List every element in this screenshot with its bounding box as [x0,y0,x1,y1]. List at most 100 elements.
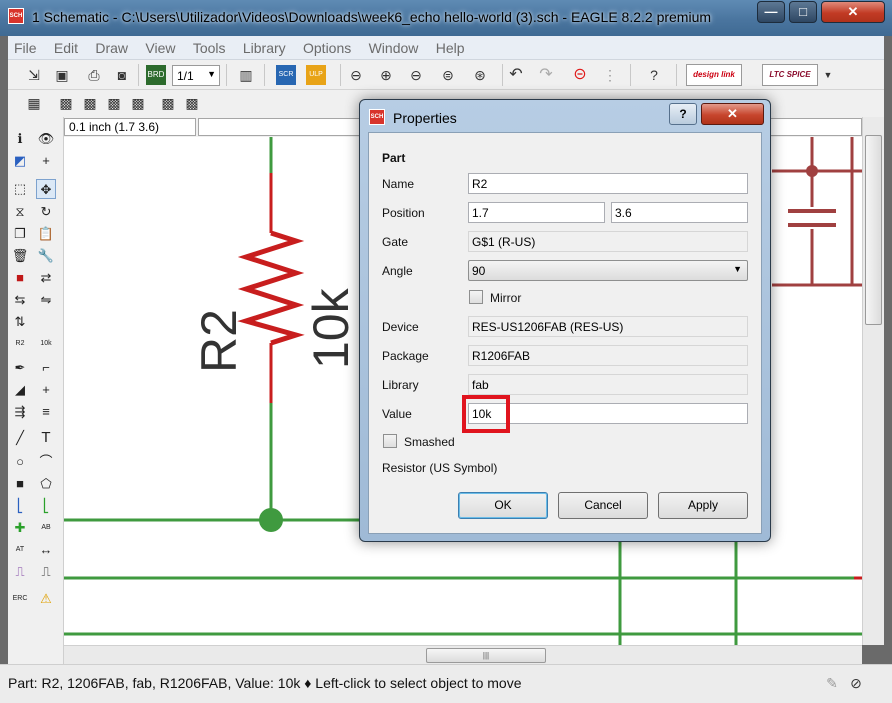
gateswap-icon[interactable]: ⇋ [36,290,56,310]
split-icon[interactable]: ◢ [10,380,30,400]
invoke-icon[interactable]: ⇅ [10,312,30,332]
window-titlebar[interactable]: SCH 1 Schematic - C:\Users\Utilizador\Vi… [0,0,892,36]
rectangle-icon[interactable]: ■ [10,474,30,494]
design-link-button[interactable]: design link [686,64,742,86]
menu-draw[interactable]: Draw [89,36,128,56]
miter-icon[interactable]: ⌐ [36,358,56,378]
paint-icon[interactable]: ≡ [36,402,56,422]
maximize-button[interactable]: □ [789,1,817,23]
pinswap-icon[interactable]: ⇆ [10,290,30,310]
rotate-icon[interactable]: ↻ [36,202,56,222]
position-x-field[interactable]: 1.7 [468,202,605,223]
layout-1-icon[interactable]: ▩ [56,93,76,113]
optimize-icon[interactable]: + [36,380,56,400]
mirror-icon[interactable]: ⧖ [10,202,30,222]
show-icon[interactable]: 👁 [36,129,56,149]
add-icon[interactable]: ■ [10,268,30,288]
group-icon[interactable]: ⬚ [10,179,30,199]
stop-icon[interactable]: ⊝ [570,65,590,85]
layer-icon[interactable]: ◩ [10,151,30,171]
print-icon[interactable]: ⎙ [84,65,104,85]
layout-6-icon[interactable]: ▩ [182,93,202,113]
ulp-icon[interactable]: ULP [306,65,326,85]
apply-button[interactable]: Apply [658,492,748,519]
menu-edit[interactable]: Edit [48,36,78,56]
text-icon[interactable]: T [36,428,56,448]
menu-tools[interactable]: Tools [187,36,226,56]
line-icon[interactable]: ╱ [10,428,30,448]
vertical-scrollbar[interactable] [862,117,884,645]
horizontal-scrollbar[interactable]: ||| [64,645,862,664]
label-icon[interactable]: AB [36,518,56,538]
board-switch-icon[interactable]: BRD [146,65,166,85]
layout-5-icon[interactable]: ▩ [158,93,178,113]
menu-library[interactable]: Library [237,36,286,56]
delete-icon[interactable]: 🗑 [10,246,30,266]
warning-icon[interactable]: ⚠ [36,589,56,609]
zoom-fit-icon[interactable]: ⊖ [346,65,366,85]
ok-button[interactable]: OK [458,492,548,519]
layout-2-icon[interactable]: ▩ [80,93,100,113]
mirror-checkbox[interactable] [469,290,483,304]
open-icon[interactable]: ⇲ [24,65,44,85]
polygon-icon[interactable]: ⬠ [36,474,56,494]
grid-icon[interactable]: ▦ [24,93,44,113]
menu-window[interactable]: Window [363,36,419,56]
menu-options[interactable]: Options [297,36,351,56]
bus-icon[interactable]: ⎣ [10,496,30,516]
cam-icon[interactable]: ◙ [112,65,132,85]
undo-icon[interactable]: ↶ [506,65,526,85]
menu-help[interactable]: Help [430,36,465,56]
dialog-help-button[interactable]: ? [669,103,697,125]
junction-icon[interactable]: ✚ [10,518,30,538]
close-button[interactable]: ✕ [821,1,885,23]
name-icon[interactable]: R2 [10,334,30,354]
stop-icon[interactable]: ⊘ [846,673,866,693]
layout-3-icon[interactable]: ▩ [104,93,124,113]
dialog-close-button[interactable]: ✕ [701,103,764,125]
help-icon[interactable]: ? [644,65,664,85]
smashed-checkbox[interactable] [383,434,397,448]
ltc-spice-button[interactable]: LTC SPICE [762,64,818,86]
copy-icon[interactable]: ❐ [10,224,30,244]
zoom-out-icon[interactable]: ⊖ [406,65,426,85]
cancel-button[interactable]: Cancel [558,492,648,519]
arc-icon[interactable]: ⌒ [36,452,56,472]
zoom-select-icon[interactable]: ⊛ [470,65,490,85]
frame-icon[interactable]: ⎍ [10,562,30,582]
pencil-icon[interactable]: ✎ [822,673,842,693]
name-field[interactable]: R2 [468,173,748,194]
sheet-select[interactable]: 1/1 ▼ [172,65,220,86]
mark-icon[interactable]: + [36,151,56,171]
smash-icon[interactable]: ✒ [10,358,30,378]
value-icon[interactable]: 10k [36,334,56,354]
angle-select[interactable]: 90 ▼ [468,260,748,281]
erc-icon[interactable]: ERC [10,589,30,609]
wrench-icon[interactable]: 🔧 [36,246,56,266]
attribute-icon[interactable]: AT [10,540,30,560]
module-icon[interactable]: ⎍ [36,562,56,582]
save-icon[interactable]: ▣ [52,65,72,85]
vertical-scroll-thumb[interactable] [865,135,882,325]
change-icon[interactable]: ⇶ [10,402,30,422]
info-icon[interactable]: ℹ [10,129,30,149]
script-icon[interactable]: SCR [276,65,296,85]
net-icon[interactable]: ⎣ [36,496,56,516]
menu-file[interactable]: File [8,36,37,56]
zoom-in-icon[interactable]: ⊕ [376,65,396,85]
dimension-icon[interactable]: ↔ [36,540,56,560]
minimize-button[interactable]: — [757,1,785,23]
menu-view[interactable]: View [139,36,175,56]
redo-icon[interactable]: ↷ [536,65,556,85]
bom-icon[interactable]: ▥ [236,65,256,85]
position-y-field[interactable]: 3.6 [611,202,748,223]
chevron-down-icon[interactable]: ▼ [818,65,838,85]
zoom-redraw-icon[interactable]: ⊜ [438,65,458,85]
replace-icon[interactable]: ⇄ [36,268,56,288]
paste-icon[interactable]: 📋 [36,224,56,244]
layout-4-icon[interactable]: ▩ [128,93,148,113]
move-icon[interactable]: ✥ [36,179,56,199]
value-field[interactable]: 10k [468,403,748,424]
go-icon[interactable]: ⋮ [600,65,620,85]
horizontal-scroll-thumb[interactable]: ||| [426,648,546,663]
